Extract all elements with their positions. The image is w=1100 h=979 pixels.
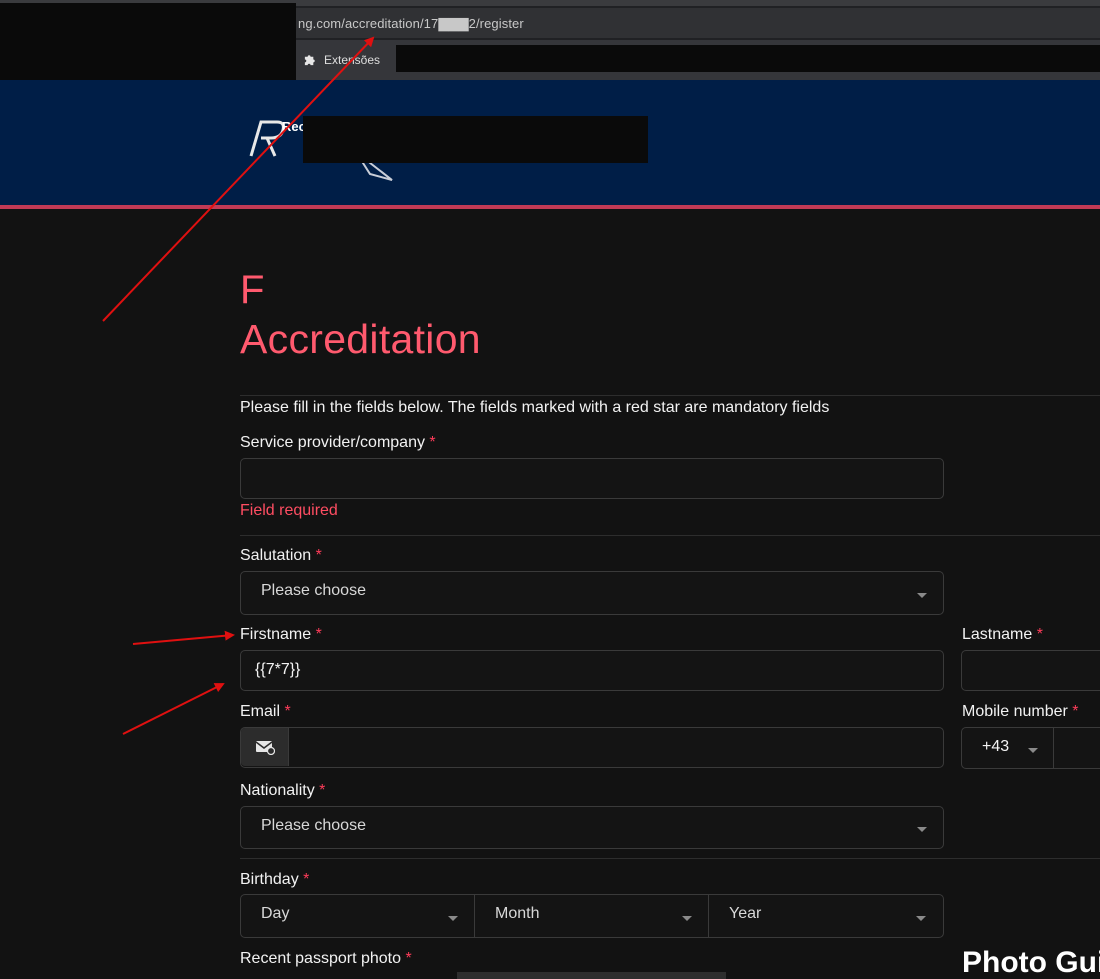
redaction-block	[303, 116, 648, 163]
nationality-label: Nationality *	[240, 782, 326, 799]
chevron-down-icon	[916, 916, 926, 921]
company-error: Field required	[240, 502, 338, 519]
salutation-placeholder: Please choose	[261, 582, 366, 599]
company-input[interactable]	[240, 458, 944, 499]
envelope-icon	[255, 741, 275, 755]
chevron-down-icon	[917, 827, 927, 832]
url-text[interactable]: ng.com/accreditation/17▇▇▇2/register	[298, 16, 524, 32]
salutation-select[interactable]: Please choose	[240, 571, 944, 615]
divider	[240, 395, 1100, 396]
page-title-first-line: F	[240, 268, 265, 312]
divider	[240, 535, 1100, 536]
chevron-down-icon	[448, 916, 458, 921]
mobile-input[interactable]: +43	[961, 727, 1100, 769]
chevron-down-icon	[682, 916, 692, 921]
bookmark-extensions[interactable]: Extensões	[303, 52, 380, 67]
lastname-label: Lastname *	[962, 626, 1043, 643]
firstname-value: {{7*7}}	[255, 661, 301, 678]
redaction-block	[396, 45, 1100, 72]
mobile-country-code[interactable]: +43	[982, 738, 1009, 756]
form-intro: Please fill in the fields below. The fie…	[240, 399, 830, 416]
birthday-year-select[interactable]: Year	[708, 894, 944, 938]
firstname-input[interactable]: {{7*7}}	[240, 650, 944, 691]
passport-photo-label: Recent passport photo *	[240, 950, 412, 967]
header-accent-line	[0, 205, 1100, 209]
divider	[240, 858, 1100, 859]
photo-guide-heading: Photo Gui	[962, 946, 1100, 979]
mobile-prefix-divider	[1053, 728, 1054, 768]
firstname-label: Firstname *	[240, 626, 322, 643]
redaction-block	[0, 3, 296, 89]
passport-photo-upload[interactable]	[457, 972, 726, 979]
bookmark-label: Extensões	[324, 52, 381, 67]
nationality-placeholder: Please choose	[261, 817, 366, 834]
mobile-label: Mobile number *	[962, 703, 1079, 720]
puzzle-icon	[304, 55, 315, 66]
email-input[interactable]	[240, 727, 944, 768]
lastname-input[interactable]	[961, 650, 1100, 691]
email-icon-addon	[241, 728, 289, 766]
chevron-down-icon	[1028, 748, 1038, 753]
birthday-label: Birthday *	[240, 871, 310, 888]
salutation-label: Salutation *	[240, 547, 322, 564]
brand-logo[interactable]	[247, 116, 287, 160]
birthday-month-select[interactable]: Month	[474, 894, 709, 938]
annotation-arrow	[132, 630, 235, 645]
annotation-arrow	[122, 683, 225, 735]
chevron-down-icon	[917, 593, 927, 598]
email-label: Email *	[240, 703, 291, 720]
nationality-select[interactable]: Please choose	[240, 806, 944, 849]
birthday-day-select[interactable]: Day	[240, 894, 475, 938]
birthday-month-placeholder: Month	[495, 905, 540, 922]
page-title: Accreditation	[240, 316, 481, 362]
birthday-year-placeholder: Year	[729, 905, 762, 922]
company-label: Service provider/company *	[240, 434, 436, 451]
birthday-day-placeholder: Day	[261, 905, 290, 922]
